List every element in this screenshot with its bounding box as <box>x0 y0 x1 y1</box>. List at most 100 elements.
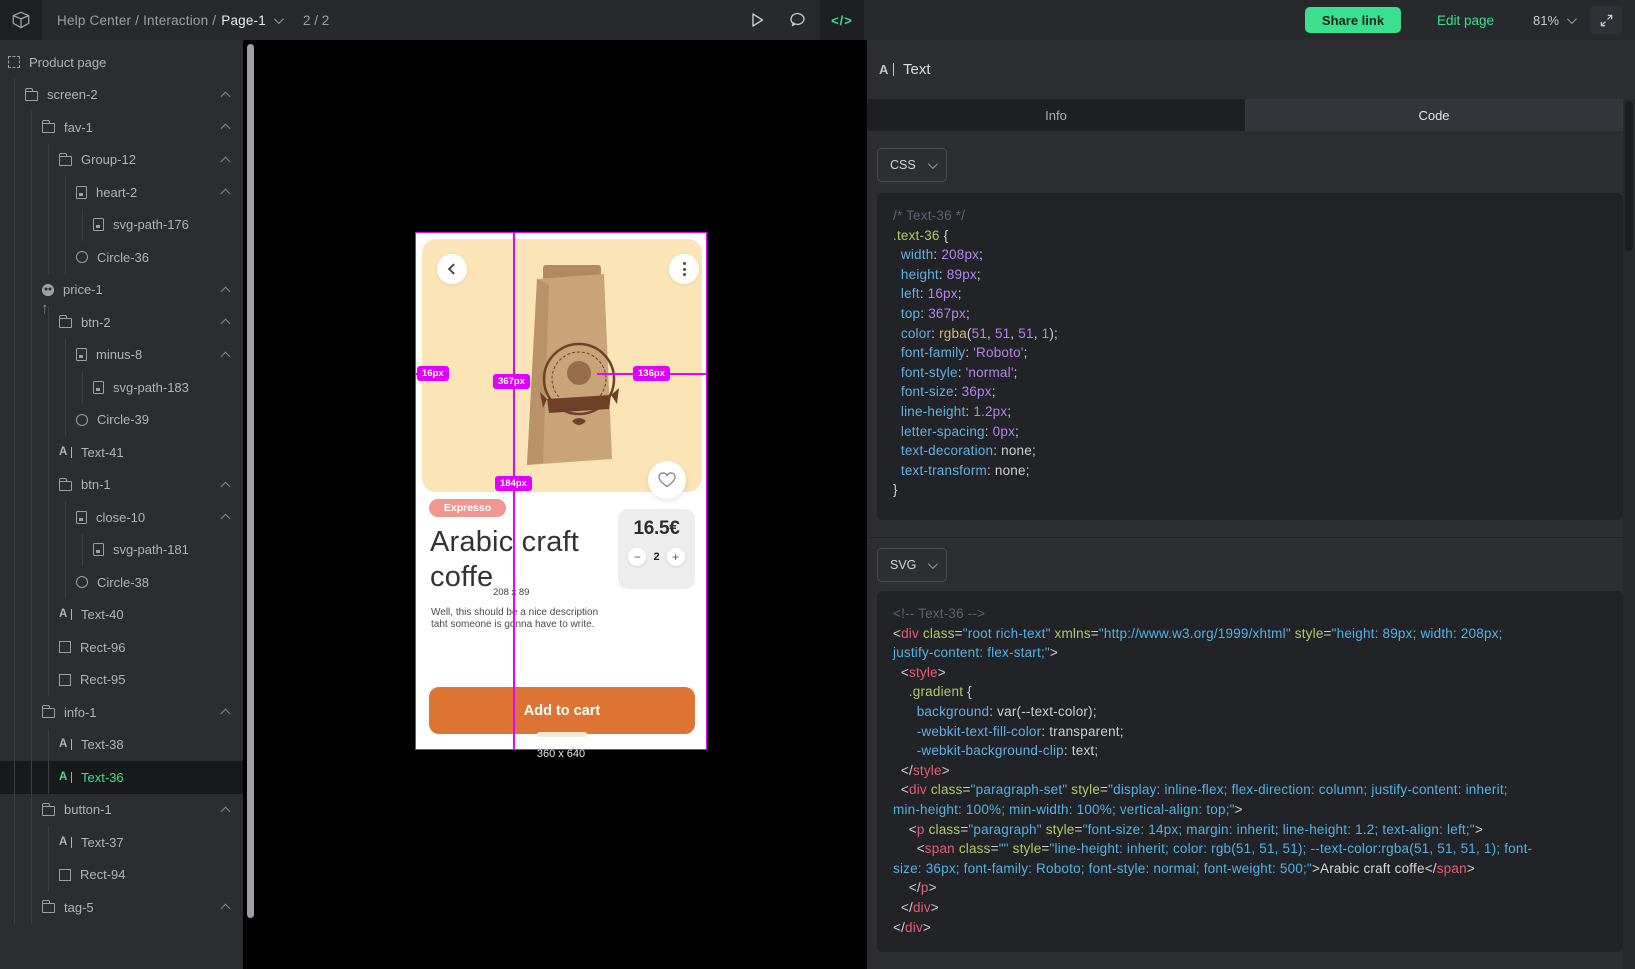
chevron-up-icon[interactable] <box>221 481 231 491</box>
layer-item-tag-5[interactable]: tag-5 <box>0 891 243 924</box>
device-frame[interactable]: Expresso Arabic craft coffe 208 x 89 16.… <box>415 232 707 750</box>
chevron-up-icon[interactable] <box>221 514 231 524</box>
css-format-dropdown[interactable]: CSS <box>877 148 947 182</box>
svg-format-dropdown[interactable]: SVG <box>877 548 947 582</box>
zoom-level-control[interactable]: 81% <box>1533 0 1574 40</box>
product-description[interactable]: Well, this should be a nice description … <box>431 607 598 631</box>
indent-guide <box>14 79 15 112</box>
code-line: font-size: 36px; <box>893 382 1607 402</box>
layer-item-screen-2[interactable]: screen-2 <box>0 79 243 112</box>
chevron-up-icon[interactable] <box>221 286 231 296</box>
add-to-cart-button[interactable]: Add to cart <box>429 687 695 734</box>
share-link-button[interactable]: Share link <box>1305 7 1401 33</box>
code-line: .text-36 { <box>893 226 1607 246</box>
chevron-up-icon[interactable] <box>221 156 231 166</box>
code-line: <!-- Text-36 --> <box>893 604 1607 624</box>
indent-guide <box>14 111 15 144</box>
indent-guide <box>14 631 15 664</box>
layer-item-product page[interactable]: Product page <box>0 46 243 79</box>
layer-item-btn-1[interactable]: btn-1 <box>0 469 243 502</box>
fullscreen-button[interactable] <box>1590 6 1622 34</box>
indent-guide <box>14 274 15 307</box>
breadcrumb[interactable]: Help Center / Interaction / Page-1 <box>57 0 281 40</box>
layer-item-price-1[interactable]: price-1 <box>0 274 243 307</box>
layer-item-heart-2[interactable]: heart-2 <box>0 176 243 209</box>
plus-button[interactable]: + <box>667 548 685 566</box>
layer-item-fav-1[interactable]: fav-1 <box>0 111 243 144</box>
layers-sidebar: Product pagescreen-2fav-1 Group-12 heart-2… <box>0 40 243 969</box>
panel-scrollbar-thumb[interactable] <box>1625 101 1633 251</box>
chevron-up-icon[interactable] <box>221 709 231 719</box>
code-view-button[interactable]: </> <box>820 0 864 40</box>
tab-info[interactable]: Info <box>867 99 1245 131</box>
layer-label: Text-36 <box>81 770 124 785</box>
layer-item-btn-2[interactable]: btn-2↑ <box>0 306 243 339</box>
sidebar-scrollbar[interactable] <box>247 44 254 918</box>
layer-item-button-1[interactable]: button-1 <box>0 794 243 827</box>
price-panel[interactable]: 16.5€ − 2 + <box>618 509 695 589</box>
frame-size-label: 360 x 640 <box>415 748 707 760</box>
css-code-block: /* Text-36 */.text-36 { width: 208px; he… <box>877 193 1623 520</box>
code-line: top: 367px; <box>893 304 1607 324</box>
chevron-down-icon[interactable] <box>274 14 284 24</box>
chevron-up-icon[interactable] <box>221 319 231 329</box>
layer-item-rect-95[interactable]: Rect-95 <box>0 664 243 697</box>
code-line: </style> <box>893 761 1607 781</box>
layer-item-minus-8[interactable]: minus-8 <box>0 339 243 372</box>
indent-guide <box>48 566 49 599</box>
layer-item-circle-36[interactable]: Circle-36 <box>0 241 243 274</box>
chevron-up-icon[interactable] <box>221 806 231 816</box>
minus-button[interactable]: − <box>628 548 646 566</box>
play-button[interactable] <box>740 0 774 40</box>
layer-item-svg-path-181[interactable]: svg-path-181 <box>0 534 243 567</box>
canvas[interactable]: Expresso Arabic craft coffe 208 x 89 16.… <box>243 40 867 969</box>
code-line: <p class="paragraph" style="font-size: 1… <box>893 820 1607 840</box>
code-line: line-height: 1.2px; <box>893 402 1607 422</box>
layer-label: price-1 <box>63 282 103 297</box>
folder-layer-icon <box>59 318 72 328</box>
layer-label: Text-38 <box>81 737 124 752</box>
layer-item-svg-path-183[interactable]: svg-path-183 <box>0 371 243 404</box>
tab-code[interactable]: Code <box>1245 99 1623 131</box>
product-tag-badge[interactable]: Expresso <box>429 499 506 517</box>
indent-guide <box>48 404 49 437</box>
text-layer-icon: A <box>879 62 894 77</box>
layer-item-info-1[interactable]: info-1 <box>0 696 243 729</box>
doc-layer-icon <box>93 543 104 556</box>
layer-item-group-12[interactable]: Group-12 <box>0 144 243 177</box>
indent-guide <box>31 859 32 892</box>
layer-item-text-40[interactable]: AText-40 <box>0 599 243 632</box>
chevron-up-icon[interactable] <box>221 351 231 361</box>
chevron-up-icon[interactable] <box>221 124 231 134</box>
layer-item-text-36[interactable]: AText-36 <box>0 761 243 794</box>
indent-guide <box>31 794 32 827</box>
chevron-up-icon[interactable] <box>221 904 231 914</box>
folder-layer-icon <box>42 806 55 816</box>
code-icon: </> <box>831 13 853 28</box>
indent-guide <box>14 761 15 794</box>
layer-item-text-38[interactable]: AText-38 <box>0 729 243 762</box>
panel-scrollbar[interactable] <box>1623 99 1635 969</box>
product-title[interactable]: Arabic craft coffe <box>430 525 610 595</box>
chevron-up-icon[interactable] <box>221 91 231 101</box>
chevron-up-icon[interactable] <box>221 189 231 199</box>
layer-item-close-10[interactable]: close-10 <box>0 501 243 534</box>
code-line: background: var(--text-color); <box>893 702 1607 722</box>
code-line: height: 89px; <box>893 265 1607 285</box>
more-menu-button[interactable] <box>669 254 699 284</box>
comment-button[interactable] <box>780 0 814 40</box>
layer-item-circle-38[interactable]: Circle-38 <box>0 566 243 599</box>
layer-label: Group-12 <box>81 152 136 167</box>
layer-label: btn-2 <box>81 315 111 330</box>
layer-item-svg-path-176[interactable]: svg-path-176 <box>0 209 243 242</box>
app-logo[interactable] <box>0 0 42 40</box>
layer-item-text-41[interactable]: AText-41 <box>0 436 243 469</box>
back-button[interactable] <box>437 254 467 284</box>
layer-item-circle-39[interactable]: Circle-39 <box>0 404 243 437</box>
favorite-button[interactable] <box>648 461 686 499</box>
layer-item-rect-96[interactable]: Rect-96 <box>0 631 243 664</box>
selected-element-title: Text <box>903 61 931 78</box>
layer-item-text-37[interactable]: AText-37 <box>0 826 243 859</box>
edit-page-link[interactable]: Edit page <box>1437 0 1494 40</box>
layer-item-rect-94[interactable]: Rect-94 <box>0 859 243 892</box>
